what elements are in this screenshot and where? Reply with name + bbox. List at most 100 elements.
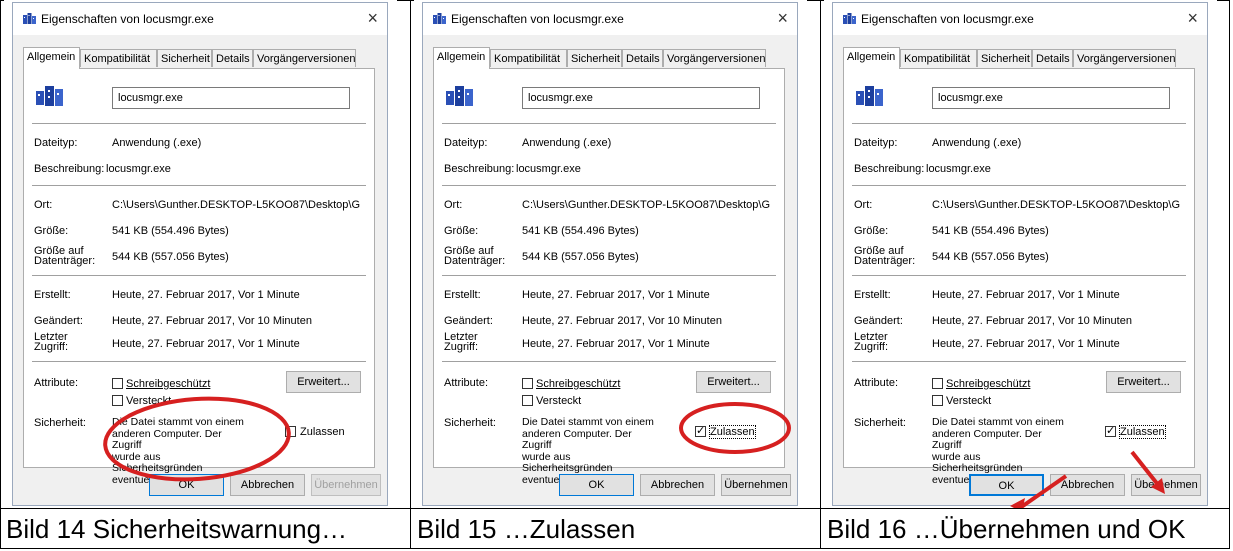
tab-kompatibilitaet[interactable]: Kompatibilität [900, 49, 977, 67]
label-erstellt: Erstellt: [854, 289, 891, 301]
zulassen-checkbox[interactable] [1105, 424, 1116, 437]
erweitert-button[interactable]: Erweitert... [696, 371, 771, 393]
properties-dialog: Eigenschaften von locusmgr.exe × Allgeme… [832, 2, 1208, 506]
close-icon[interactable]: × [1187, 8, 1198, 29]
tab-allgemein[interactable]: Allgemein [843, 47, 900, 69]
label-dateityp: Dateityp: [444, 137, 488, 149]
label-zugriff: Zugriff: [34, 341, 69, 353]
label-ort: Ort: [34, 199, 53, 211]
window-title: Eigenschaften von locusmgr.exe [451, 12, 624, 26]
file-icon [856, 86, 883, 106]
zulassen-label[interactable]: Zulassen [709, 425, 756, 439]
tab-sicherheit[interactable]: Sicherheit [977, 49, 1032, 67]
tab-vorgaengerversionen[interactable]: Vorgängerversionen [1073, 49, 1176, 67]
security-line: Die Datei stammt von einem [932, 416, 1064, 428]
uebernehmen-button[interactable]: Übernehmen [1131, 474, 1201, 496]
value-dateityp: Anwendung (.exe) [932, 137, 1022, 149]
label-geaendert: Geändert: [854, 315, 903, 327]
tab-allgemein[interactable]: Allgemein [433, 47, 490, 69]
tab-sicherheit[interactable]: Sicherheit [567, 49, 622, 67]
caption-divider [0, 508, 1230, 509]
value-groesse-auf: 544 KB (557.056 Bytes) [932, 251, 1049, 263]
label-sicherheit: Sicherheit: [854, 417, 906, 429]
readonly-checkbox[interactable] [932, 378, 943, 389]
tab-kompatibilitaet[interactable]: Kompatibilität [80, 49, 157, 67]
tab-vorgaengerversionen[interactable]: Vorgängerversionen [253, 49, 356, 67]
separator [852, 361, 1186, 362]
tab-sicherheit[interactable]: Sicherheit [157, 49, 212, 67]
value-beschreibung: locusmgr.exe [106, 163, 171, 175]
file-name-field[interactable]: locusmgr.exe [522, 87, 760, 109]
separator [32, 123, 366, 124]
close-icon[interactable]: × [777, 8, 788, 29]
value-groesse-auf: 544 KB (557.056 Bytes) [112, 251, 229, 263]
tab-page-allgemein: locusmgr.exe Dateityp: Anwendung (.exe) … [23, 68, 375, 485]
tab-details[interactable]: Details [622, 49, 663, 67]
abbrechen-button[interactable]: Abbrechen [230, 474, 305, 496]
column-divider [820, 0, 821, 549]
hidden-label[interactable]: Versteckt [126, 395, 171, 407]
uebernehmen-button[interactable]: Übernehmen [311, 474, 381, 496]
value-groesse: 541 KB (554.496 Bytes) [522, 225, 639, 237]
tab-vorgaengerversionen[interactable]: Vorgängerversionen [663, 49, 766, 67]
hidden-label[interactable]: Versteckt [946, 395, 991, 407]
ok-button[interactable]: OK [559, 474, 634, 496]
abbrechen-button[interactable]: Abbrechen [1050, 474, 1125, 496]
readonly-checkbox[interactable] [522, 378, 533, 389]
properties-dialog: Eigenschaften von locusmgr.exe × Allgeme… [12, 2, 388, 506]
zulassen-label[interactable]: Zulassen [300, 426, 345, 438]
readonly-label[interactable]: Schreibgeschützt [126, 378, 210, 390]
tab-details[interactable]: Details [212, 49, 253, 67]
label-groesse: Größe: [34, 225, 69, 237]
hidden-checkbox[interactable] [112, 395, 123, 406]
title-bar: Eigenschaften von locusmgr.exe × [13, 3, 387, 35]
panel-bild-14: Eigenschaften von locusmgr.exe × Allgeme… [4, 0, 397, 508]
label-groesse: Größe: [854, 225, 889, 237]
ok-button[interactable]: OK [969, 474, 1044, 496]
abbrechen-button[interactable]: Abbrechen [640, 474, 715, 496]
label-erstellt: Erstellt: [34, 289, 71, 301]
close-icon[interactable]: × [367, 8, 378, 29]
readonly-checkbox[interactable] [112, 378, 123, 389]
separator [442, 185, 776, 186]
hidden-checkbox[interactable] [522, 395, 533, 406]
value-geaendert: Heute, 27. Februar 2017, Vor 10 Minuten [522, 315, 722, 327]
label-erstellt: Erstellt: [444, 289, 481, 301]
value-ort: C:\Users\Gunther.DESKTOP-L5KOO87\Desktop… [112, 199, 361, 211]
value-geaendert: Heute, 27. Februar 2017, Vor 10 Minuten [932, 315, 1132, 327]
zulassen-label[interactable]: Zulassen [1119, 425, 1166, 439]
erweitert-button[interactable]: Erweitert... [1106, 371, 1181, 393]
app-icon [843, 13, 856, 24]
value-erstellt: Heute, 27. Februar 2017, Vor 1 Minute [522, 289, 710, 301]
tab-details[interactable]: Details [1032, 49, 1073, 67]
separator [32, 185, 366, 186]
zulassen-checkbox[interactable] [695, 424, 706, 437]
label-beschreibung: Beschreibung: [444, 163, 515, 175]
label-zugriff: Zugriff: [444, 341, 479, 353]
erweitert-button[interactable]: Erweitert... [286, 371, 361, 393]
caption-bild-16: Bild 16 …Übernehmen und OK [827, 514, 1186, 544]
tab-page-allgemein: locusmgr.exe Dateityp: Anwendung (.exe) … [433, 68, 785, 485]
hidden-checkbox[interactable] [932, 395, 943, 406]
security-line: anderen Computer. Der Zugriff [522, 427, 632, 451]
separator [852, 185, 1186, 186]
separator [852, 275, 1186, 276]
separator [442, 123, 776, 124]
file-name-field[interactable]: locusmgr.exe [932, 87, 1170, 109]
readonly-label[interactable]: Schreibgeschützt [536, 378, 620, 390]
properties-dialog: Eigenschaften von locusmgr.exe × Allgeme… [422, 2, 798, 506]
hidden-label[interactable]: Versteckt [536, 395, 581, 407]
separator [32, 275, 366, 276]
value-erstellt: Heute, 27. Februar 2017, Vor 1 Minute [932, 289, 1120, 301]
ok-button[interactable]: OK [149, 474, 224, 496]
file-name-field[interactable]: locusmgr.exe [112, 87, 350, 109]
uebernehmen-button[interactable]: Übernehmen [721, 474, 791, 496]
readonly-label[interactable]: Schreibgeschützt [946, 378, 1030, 390]
label-groesse: Größe: [444, 225, 479, 237]
caption-bild-15: Bild 15 …Zulassen [417, 514, 636, 544]
tab-allgemein[interactable]: Allgemein [23, 47, 80, 69]
label-attribute: Attribute: [854, 377, 899, 389]
zulassen-checkbox[interactable] [285, 426, 296, 437]
tab-kompatibilitaet[interactable]: Kompatibilität [490, 49, 567, 67]
security-line: Die Datei stammt von einem [522, 416, 654, 428]
